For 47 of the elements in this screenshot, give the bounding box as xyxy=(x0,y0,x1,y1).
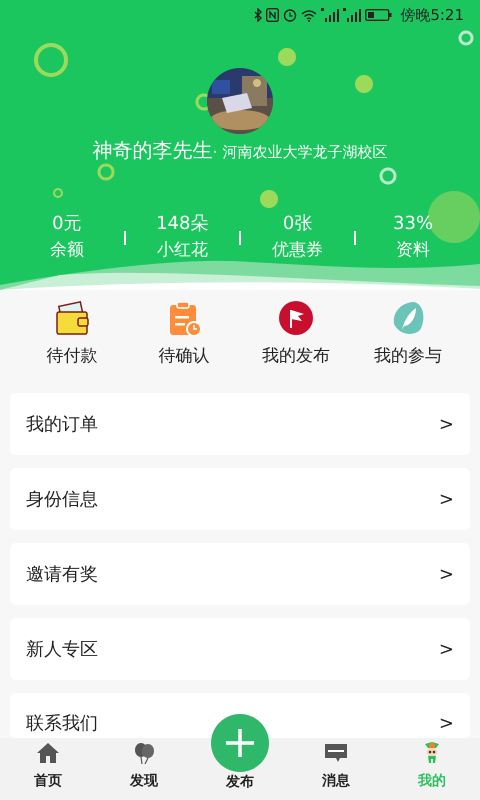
stat-label: 优惠券 xyxy=(272,238,324,262)
stat-label: 小红花 xyxy=(156,238,208,262)
user-name: 神奇的李先生 xyxy=(92,138,213,162)
chevron-icon: > xyxy=(438,636,454,662)
chevron-icon: > xyxy=(438,486,454,512)
school-name: · 河南农业大学龙子湖校区 xyxy=(212,142,388,163)
status-time: 傍晚5:21 xyxy=(400,4,464,26)
bubble xyxy=(98,164,114,180)
flag-icon xyxy=(278,300,314,336)
shortcut-button[interactable]: 待确认 xyxy=(134,300,234,370)
stat-value: 148朵 xyxy=(156,212,208,236)
bubble xyxy=(34,43,68,77)
nfc-icon xyxy=(266,8,280,22)
stat-value: 0张 xyxy=(282,212,312,236)
tab-item[interactable]: 发现 xyxy=(96,738,192,800)
home-icon xyxy=(36,741,60,765)
stat-value: 0元 xyxy=(52,212,82,236)
signal-icon xyxy=(321,8,340,22)
chevron-icon: > xyxy=(438,560,454,588)
stat-label: 余额 xyxy=(50,238,84,262)
wallet-icon xyxy=(54,300,90,336)
shortcut-button[interactable]: 待付款 xyxy=(22,300,122,370)
menu-item[interactable]: 邀请有奖 > xyxy=(10,543,470,605)
shortcut-button[interactable]: 我的参与 xyxy=(358,300,458,370)
balloons-icon xyxy=(132,741,156,765)
chevron-icon: > xyxy=(438,710,454,737)
bubble xyxy=(380,168,396,184)
tab-item[interactable]: 消息 xyxy=(288,738,384,800)
shortcut-button[interactable]: 我的发布 xyxy=(246,300,346,370)
battery-icon xyxy=(365,9,392,21)
menu-item[interactable]: 新人专区 > xyxy=(10,618,470,680)
bubble xyxy=(458,30,474,46)
stat-label: 资料 xyxy=(396,238,430,262)
bubble xyxy=(355,75,373,93)
bubble xyxy=(53,188,63,198)
wifi-icon xyxy=(301,8,318,22)
menu-item[interactable]: 联系我们 > xyxy=(10,693,470,738)
stat-value: 33% xyxy=(393,212,434,236)
tab-item[interactable]: 首页 xyxy=(0,738,96,800)
signal-icon xyxy=(343,8,362,22)
bubble xyxy=(278,48,296,66)
bubble xyxy=(260,190,278,208)
menu-item[interactable]: 我的订单 > xyxy=(10,393,470,455)
menu-item[interactable]: 身份信息 > xyxy=(10,468,470,530)
alarm-icon xyxy=(283,8,298,22)
chevron-icon: > xyxy=(438,410,454,438)
bluetooth-icon xyxy=(254,8,262,22)
